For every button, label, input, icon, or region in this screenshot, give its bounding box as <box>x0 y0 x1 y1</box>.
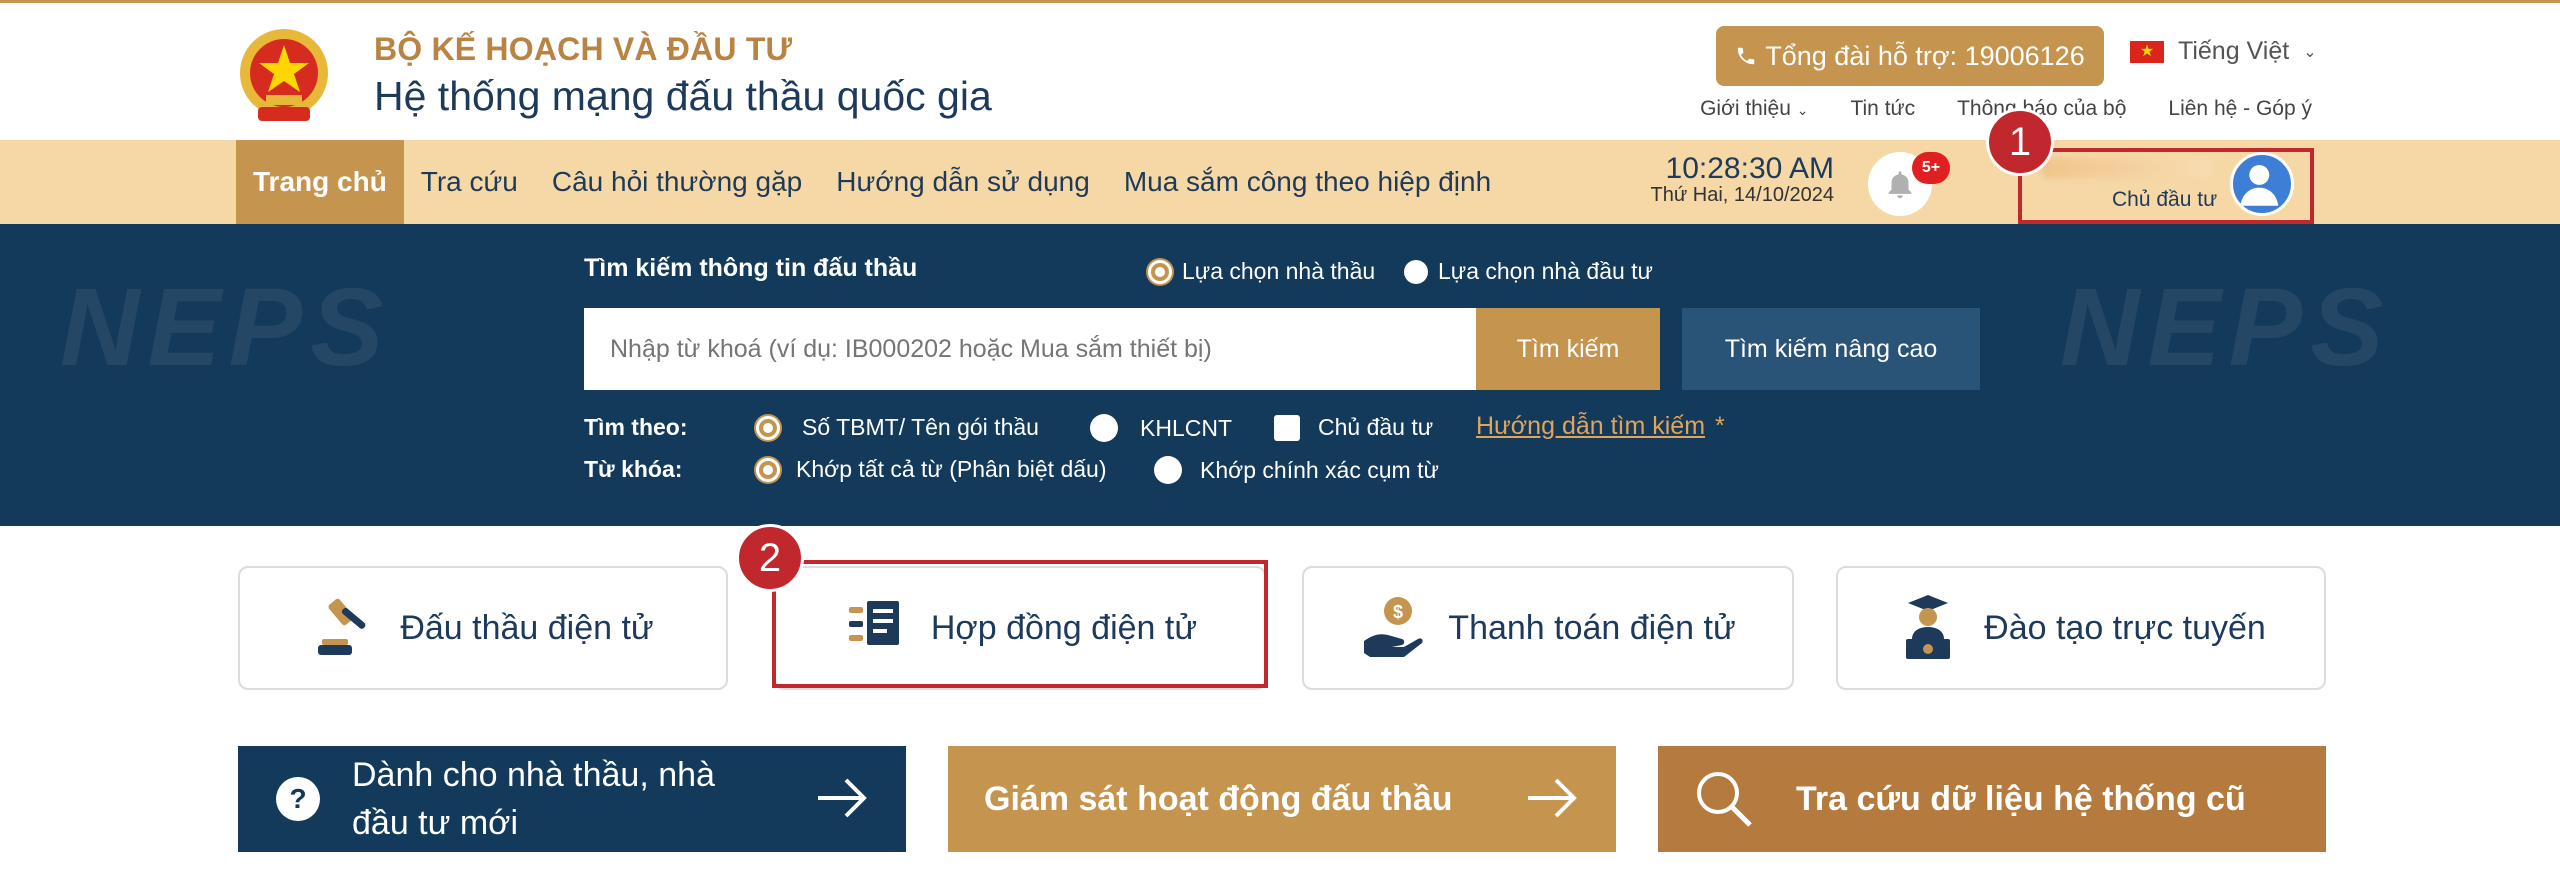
radio-checked[interactable] <box>756 415 780 440</box>
clock: 10:28:30 AM Thứ Hai, 14/10/2024 <box>1620 152 1834 207</box>
search-by-khlcnt[interactable]: KHLCNT <box>1090 414 1232 442</box>
search-guide-link[interactable]: Hướng dẫn tìm kiếm <box>1476 412 1705 441</box>
top-link-news[interactable]: Tin tức <box>1850 97 1915 121</box>
service-card-e-bidding[interactable]: Đấu thầu điện tử <box>238 566 728 690</box>
radio-unchecked[interactable] <box>1090 414 1118 442</box>
arrow-right-icon <box>818 778 867 818</box>
language-selector[interactable]: ★ Tiếng Việt ⌄ <box>2130 37 2317 66</box>
newcomer-line1: Dành cho nhà thầu, nhà <box>352 756 715 794</box>
nav-item-faq[interactable]: Câu hỏi thường gặp <box>535 140 819 224</box>
service-label: Đào tạo trực tuyến <box>1984 608 2266 647</box>
user-avatar-icon[interactable] <box>2230 152 2294 216</box>
user-id-redacted <box>2042 158 2212 178</box>
national-emblem-icon <box>240 29 328 121</box>
monitor-label: Giám sát hoạt động đấu thầu <box>984 779 1453 818</box>
search-by-investor[interactable]: Chủ đầu tư <box>1274 414 1433 441</box>
chevron-down-icon: ⌄ <box>1796 102 1809 118</box>
question-icon: ? <box>276 777 320 821</box>
phone-icon <box>1738 47 1755 65</box>
nav-item-agreement-procurement[interactable]: Mua sắm công theo hiệp định <box>1107 140 1508 224</box>
checkbox[interactable] <box>1274 414 1300 441</box>
service-label: Thanh toán điện tử <box>1448 608 1736 647</box>
mode-option-investor[interactable]: Lựa chọn nhà đầu tư <box>1404 258 1653 285</box>
search-button[interactable]: Tìm kiếm <box>1476 308 1660 390</box>
keyword-label: Từ khóa: <box>584 456 683 482</box>
training-teacher-icon <box>1906 595 1951 659</box>
nav-item-home[interactable]: Trang chủ <box>236 140 404 224</box>
top-link-contact[interactable]: Liên hệ - Góp ý <box>2168 97 2312 121</box>
svg-text:$: $ <box>1393 602 1403 622</box>
clock-date: Thứ Hai, 14/10/2024 <box>1650 184 1834 206</box>
top-link-intro[interactable]: Giới thiệu ⌄ <box>1700 97 1808 121</box>
arrow-right-icon <box>1528 778 1577 818</box>
newcomer-line2: đầu tư mới <box>352 804 518 842</box>
language-label: Tiếng Việt <box>2178 37 2290 65</box>
radio-checked[interactable] <box>1148 259 1172 284</box>
highlight-e-contract <box>772 560 1268 688</box>
search-input[interactable] <box>584 308 1476 390</box>
search-title: Tìm kiếm thông tin đấu thầu <box>584 254 918 282</box>
keyword-match-all[interactable]: Khớp tất cả từ (Phân biệt dấu) <box>756 456 1107 483</box>
page-root: BỘ KẾ HOẠCH VÀ ĐẦU TƯ Hệ thống mạng đấu … <box>0 0 2560 882</box>
search-by-label: Tìm theo: <box>584 414 688 440</box>
user-role: Chủ đầu tư <box>2112 188 2218 211</box>
search-icon <box>1697 772 1752 827</box>
radio-unchecked[interactable] <box>1404 259 1428 284</box>
mode-option-contractor[interactable]: Lựa chọn nhà thầu <box>1148 258 1375 285</box>
neps-watermark-right: NEPS <box>2060 266 2392 389</box>
required-mark: * <box>1715 412 1725 440</box>
search-guide: Hướng dẫn tìm kiếm * <box>1476 412 1725 441</box>
vietnam-flag-icon: ★ <box>2130 40 2164 63</box>
hotline-button[interactable]: Tổng đài hỗ trợ: 19006126 <box>1716 26 2104 86</box>
payment-hand-coin-icon: $ <box>1364 597 1423 657</box>
auction-gavel-icon <box>318 598 366 655</box>
radio-checked[interactable] <box>756 457 780 482</box>
legacy-label: Tra cứu dữ liệu hệ thống cũ <box>1796 779 2246 818</box>
legacy-lookup-button[interactable]: Tra cứu dữ liệu hệ thống cũ <box>1658 746 2326 852</box>
service-card-e-payment[interactable]: $ Thanh toán điện tử <box>1302 566 1794 690</box>
monitor-bidding-button[interactable]: Giám sát hoạt động đấu thầu <box>948 746 1616 852</box>
nav-item-lookup[interactable]: Tra cứu <box>404 140 535 224</box>
system-name: Hệ thống mạng đấu thầu quốc gia <box>374 73 992 119</box>
annotation-step-1: 1 <box>1986 108 2054 176</box>
neps-watermark-left: NEPS <box>60 266 392 389</box>
ministry-name: BỘ KẾ HOẠCH VÀ ĐẦU TƯ <box>374 31 793 67</box>
service-card-e-learning[interactable]: Đào tạo trực tuyến <box>1836 566 2326 690</box>
chevron-down-icon: ⌄ <box>2303 43 2317 61</box>
nav-item-user-guide[interactable]: Hướng dẫn sử dụng <box>819 140 1107 224</box>
annotation-step-2: 2 <box>736 524 804 592</box>
newcomer-guide-button[interactable]: ? Dành cho nhà thầu, nhà đầu tư mới <box>238 746 906 852</box>
header: BỘ KẾ HOẠCH VÀ ĐẦU TƯ Hệ thống mạng đấu … <box>0 0 2560 140</box>
clock-time: 10:28:30 AM <box>1665 152 1834 185</box>
notification-badge: 5+ <box>1912 152 1950 184</box>
advanced-search-button[interactable]: Tìm kiếm nâng cao <box>1682 308 1980 390</box>
keyword-match-exact[interactable]: Khớp chính xác cụm từ <box>1154 456 1439 484</box>
service-label: Đấu thầu điện tử <box>400 608 654 647</box>
hotline-text: Tổng đài hỗ trợ: 19006126 <box>1765 40 2085 71</box>
svg-text:?: ? <box>289 783 306 814</box>
radio-unchecked[interactable] <box>1154 456 1182 484</box>
search-by-tbmt[interactable]: Số TBMT/ Tên gói thầu <box>756 414 1039 441</box>
